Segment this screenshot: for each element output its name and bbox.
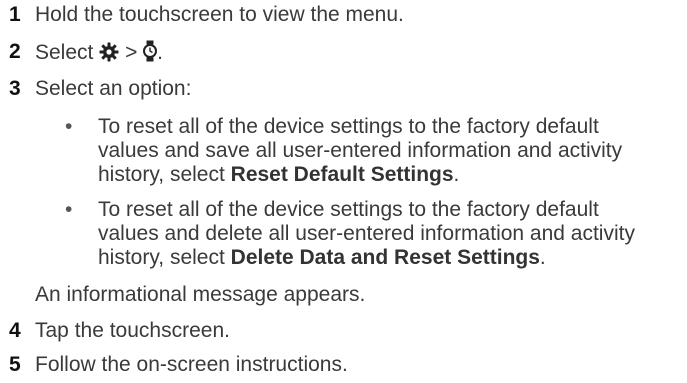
bullet-marker: • <box>65 198 73 221</box>
step-number: 4 <box>9 319 21 342</box>
option-line: To reset all of the device settings to t… <box>98 115 599 138</box>
gear-icon <box>99 42 119 68</box>
step-number: 5 <box>9 353 21 376</box>
option-setting-name: Reset Default Settings <box>230 163 454 186</box>
step-text-select: Select <box>35 41 94 64</box>
step-number: 2 <box>9 40 21 63</box>
option-suffix: . <box>539 246 546 269</box>
option-suffix: . <box>453 163 460 186</box>
option-line: values and delete all user-entered infor… <box>98 222 635 245</box>
option-line: values and save all user-entered informa… <box>98 139 623 162</box>
step-number: 1 <box>9 3 21 26</box>
option-bullet-2: • To reset all of the device settings to… <box>35 198 687 270</box>
option-line-last: history, select Delete Data and Reset Se… <box>98 246 677 270</box>
step-text: Tap the touchscreen. <box>35 319 230 342</box>
option-text: To reset all of the device settings to t… <box>98 115 677 187</box>
option-prefix: history, select <box>98 163 231 186</box>
option-text: To reset all of the device settings to t… <box>98 198 677 270</box>
watch-icon <box>143 40 158 68</box>
step-text: Select > . <box>35 40 163 68</box>
step-text: Follow the on-screen instructions. <box>35 353 348 376</box>
step-text: Hold the touchscreen to view the menu. <box>35 3 404 26</box>
step-text: Select an option: <box>35 77 192 100</box>
step-text-period: . <box>157 41 164 64</box>
option-prefix: history, select <box>98 246 231 269</box>
instructions-document: 1 Hold the touchscreen to view the menu.… <box>0 0 687 383</box>
option-setting-name: Delete Data and Reset Settings <box>230 246 540 269</box>
bullet-marker: • <box>65 115 73 138</box>
option-line: To reset all of the device settings to t… <box>98 198 599 221</box>
step-number: 3 <box>9 77 21 100</box>
menu-separator: > <box>125 41 138 64</box>
note-text: An informational message appears. <box>35 283 366 306</box>
option-line-last: history, select Reset Default Settings. <box>98 163 677 187</box>
option-bullet-1: • To reset all of the device settings to… <box>35 115 687 187</box>
